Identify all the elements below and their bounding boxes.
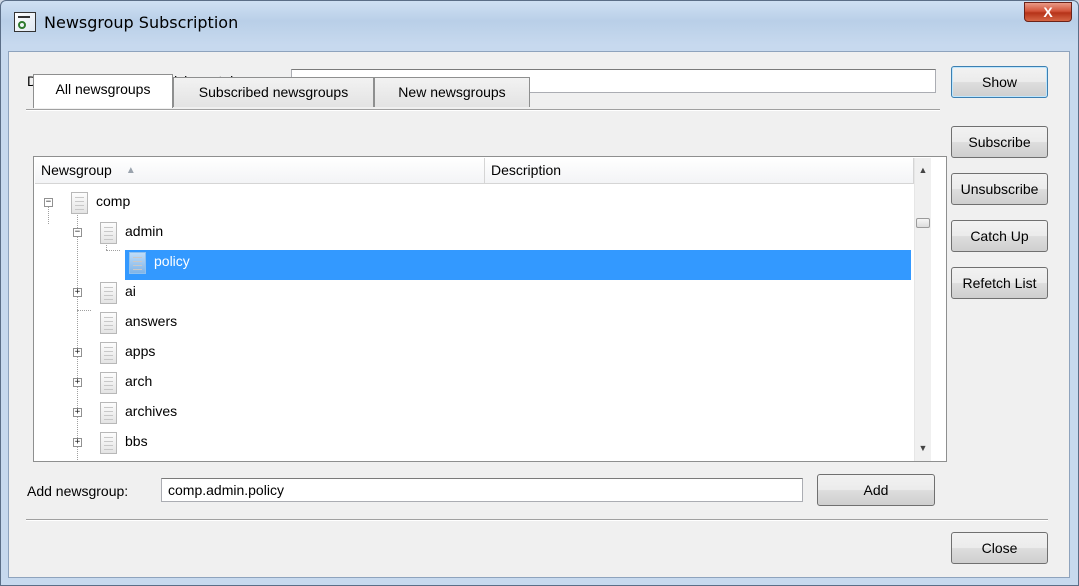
scroll-up-arrow-icon[interactable]: ▲: [915, 162, 931, 179]
newsgroup-folder-icon: [100, 432, 117, 454]
vertical-scrollbar[interactable]: ▲ ▼: [914, 158, 931, 461]
newsgroup-folder-icon: [71, 192, 88, 214]
column-header-description[interactable]: Description: [485, 158, 914, 184]
newsgroup-folder-icon: [100, 312, 117, 334]
tab-subscribed-newsgroups[interactable]: Subscribed newsgroups: [173, 77, 374, 107]
column-header-newsgroup[interactable]: Newsgroup ▲: [35, 158, 485, 184]
tree-node-label: archives: [125, 403, 178, 419]
tree-node-label: apps: [125, 343, 156, 359]
scrollbar-thumb[interactable]: [916, 218, 930, 228]
tree-node-arch[interactable]: + arch: [35, 370, 915, 400]
collapse-icon[interactable]: −: [73, 228, 82, 237]
newsgroup-tree[interactable]: Newsgroup ▲ Description − comp − admin p…: [35, 158, 931, 461]
add-newsgroup-label: Add newsgroup:: [27, 483, 129, 499]
newsgroup-tab-panel: Newsgroup ▲ Description − comp − admin p…: [33, 156, 947, 462]
column-header-newsgroup-label: Newsgroup: [41, 162, 112, 178]
filter-separator: [26, 109, 940, 111]
expand-icon[interactable]: +: [73, 378, 82, 387]
bottom-separator: [26, 519, 1048, 521]
tab-all-newsgroups[interactable]: All newsgroups: [33, 74, 173, 108]
expand-icon[interactable]: +: [73, 408, 82, 417]
tree-node-label: answers: [125, 313, 178, 329]
add-button[interactable]: Add: [817, 474, 935, 506]
scroll-down-arrow-icon[interactable]: ▼: [915, 440, 931, 457]
tree-node-bbs[interactable]: + bbs: [35, 430, 915, 460]
tree-node-ai[interactable]: + ai: [35, 280, 915, 310]
newsgroup-folder-icon: [100, 342, 117, 364]
tree-node-comp[interactable]: − comp: [35, 190, 915, 220]
newsgroup-folder-icon: [100, 282, 117, 304]
newsgroup-folder-icon: [129, 252, 146, 274]
collapse-icon[interactable]: −: [44, 198, 53, 207]
expand-icon[interactable]: +: [73, 348, 82, 357]
unsubscribe-button[interactable]: Unsubscribe: [951, 173, 1048, 205]
window-title: Newsgroup Subscription: [44, 13, 239, 32]
title-bar[interactable]: Newsgroup Subscription X: [1, 1, 1078, 51]
expand-icon[interactable]: +: [73, 438, 82, 447]
tab-new-newsgroups[interactable]: New newsgroups: [374, 77, 530, 107]
newsgroup-folder-icon: [100, 222, 117, 244]
dialog-body: Display newsgroups which contain: Show A…: [8, 51, 1070, 578]
subscribe-button[interactable]: Subscribe: [951, 126, 1048, 158]
tree-node-answers[interactable]: answers: [35, 310, 915, 340]
newsgroup-folder-icon: [100, 372, 117, 394]
add-newsgroup-input[interactable]: [161, 478, 803, 502]
tree-node-archives[interactable]: + archives: [35, 400, 915, 430]
close-button[interactable]: Close: [951, 532, 1048, 564]
tree-node-label: comp: [96, 193, 131, 209]
window-close-button[interactable]: X: [1024, 2, 1072, 22]
refetch-list-button[interactable]: Refetch List: [951, 267, 1048, 299]
expand-icon[interactable]: +: [73, 288, 82, 297]
catch-up-button[interactable]: Catch Up: [951, 220, 1048, 252]
tree-node-label: bbs: [125, 433, 148, 449]
show-button[interactable]: Show: [951, 66, 1048, 98]
tree-node-policy[interactable]: policy: [35, 250, 915, 280]
tree-node-apps[interactable]: + apps: [35, 340, 915, 370]
tree-node-label: policy: [154, 253, 190, 269]
tree-node-admin[interactable]: − admin: [35, 220, 915, 250]
newsgroup-app-icon: [14, 12, 36, 32]
newsgroup-subscription-window: Newsgroup Subscription X Display newsgro…: [0, 0, 1079, 586]
tree-node-label: admin: [125, 223, 164, 239]
sort-ascending-icon: ▲: [125, 165, 136, 176]
newsgroup-folder-icon: [100, 402, 117, 424]
tree-node-label: ai: [125, 283, 136, 299]
tree-node-label: arch: [125, 373, 153, 389]
